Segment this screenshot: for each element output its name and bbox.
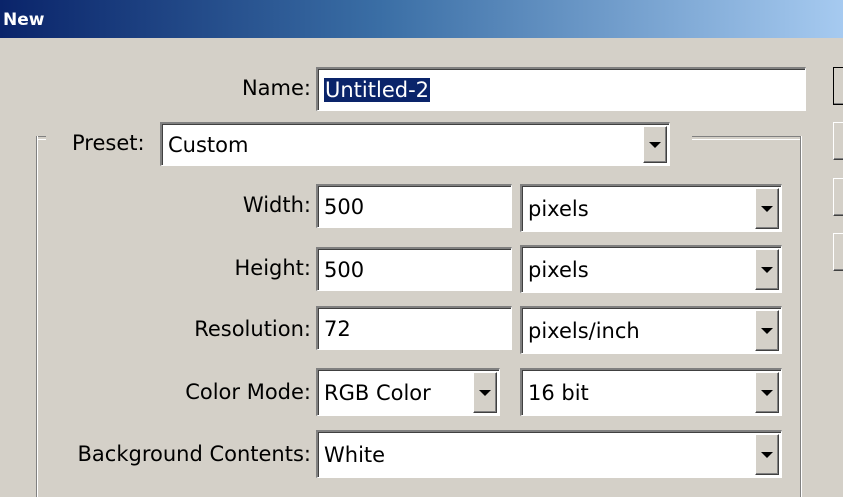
color-mode-label: Color Mode:	[185, 380, 311, 404]
resolution-label: Resolution:	[194, 317, 311, 341]
width-value: 500	[324, 194, 365, 219]
chevron-down-icon	[761, 327, 773, 334]
resolution-unit-dropdown-button[interactable]	[755, 310, 779, 351]
resolution-value: 72	[324, 316, 351, 341]
title-bar[interactable]: New	[0, 0, 843, 38]
height-value: 500	[324, 257, 365, 282]
preset-value: Custom	[168, 132, 249, 157]
chevron-down-icon	[761, 451, 773, 458]
chevron-down-icon	[761, 266, 773, 273]
background-contents-label: Background Contents:	[77, 442, 312, 466]
save-preset-button[interactable]	[833, 178, 843, 216]
chevron-down-icon	[649, 141, 661, 148]
preset-group-border	[36, 136, 38, 497]
preset-group-border	[800, 136, 802, 497]
resolution-unit-select[interactable]: pixels/inch	[520, 306, 782, 354]
bit-depth-value: 16 bit	[528, 380, 589, 405]
name-label: Name:	[241, 76, 311, 100]
background-contents-dropdown-button[interactable]	[755, 434, 779, 475]
delete-preset-button[interactable]	[833, 233, 843, 271]
ok-button[interactable]	[833, 67, 843, 105]
width-unit-select[interactable]: pixels	[520, 184, 782, 232]
color-mode-select[interactable]: RGB Color	[316, 368, 500, 416]
bit-depth-dropdown-button[interactable]	[755, 372, 779, 413]
preset-label: Preset:	[72, 131, 145, 155]
resolution-input[interactable]: 72	[316, 306, 512, 350]
cancel-button[interactable]	[833, 122, 843, 160]
width-unit-dropdown-button[interactable]	[755, 188, 779, 229]
width-input[interactable]: 500	[316, 184, 512, 228]
color-mode-value: RGB Color	[324, 380, 431, 405]
preset-dropdown-button[interactable]	[643, 126, 667, 163]
chevron-down-icon	[761, 205, 773, 212]
bit-depth-select[interactable]: 16 bit	[520, 368, 782, 416]
preset-select[interactable]: Custom	[160, 122, 670, 166]
height-label: Height:	[234, 256, 312, 280]
name-input[interactable]: Untitled-2	[316, 67, 806, 111]
background-contents-value: White	[324, 442, 386, 467]
chevron-down-icon	[761, 389, 773, 396]
color-mode-dropdown-button[interactable]	[473, 372, 497, 413]
window-title: New	[3, 10, 45, 30]
height-unit-select[interactable]: pixels	[520, 245, 782, 293]
height-unit-dropdown-button[interactable]	[755, 249, 779, 290]
width-unit-value: pixels	[528, 196, 589, 221]
background-contents-select[interactable]: White	[316, 430, 782, 478]
name-value: Untitled-2	[324, 77, 431, 102]
height-unit-value: pixels	[528, 257, 589, 282]
chevron-down-icon	[479, 389, 491, 396]
width-label: Width:	[242, 193, 311, 217]
height-input[interactable]: 500	[316, 247, 512, 291]
resolution-unit-value: pixels/inch	[528, 318, 640, 343]
preset-group-border	[692, 136, 802, 140]
